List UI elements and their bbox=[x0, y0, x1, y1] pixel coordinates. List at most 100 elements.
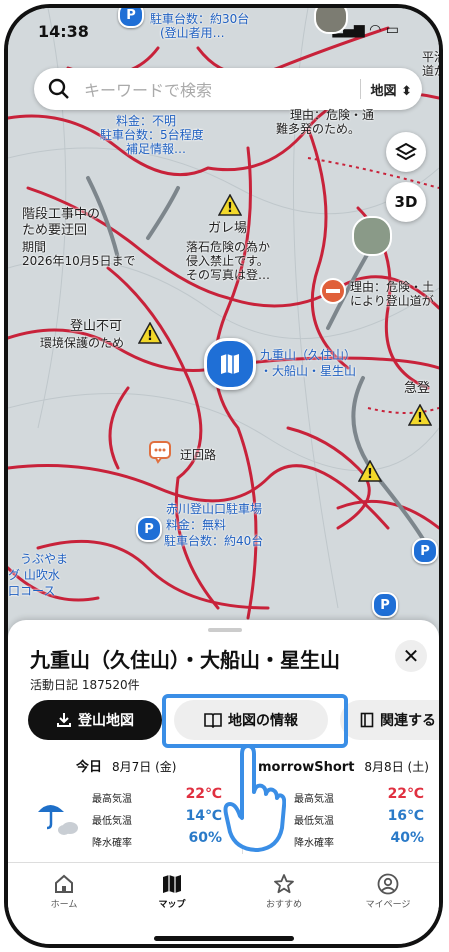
3d-button[interactable]: 3D bbox=[386, 182, 426, 222]
download-map-button[interactable]: 登山地図 bbox=[28, 700, 162, 740]
map-label: 階段工事中の bbox=[22, 207, 101, 222]
parking-marker[interactable]: P bbox=[136, 516, 162, 542]
related-label: 関連する bbox=[380, 713, 436, 729]
tap-hand-icon bbox=[223, 744, 286, 852]
mountain-map-marker[interactable] bbox=[204, 338, 256, 390]
updown-icon: ⬍ bbox=[401, 83, 412, 99]
map-label: 駐車台数：5台程度 bbox=[100, 128, 204, 142]
tomorrow-max-temp: 22℃ bbox=[387, 786, 424, 802]
today-rain-chance: 60% bbox=[188, 830, 222, 846]
activity-count: 活動日記 187520件 bbox=[30, 678, 140, 692]
mountain-label[interactable]: 九重山（久住山） bbox=[260, 348, 356, 362]
related-button[interactable]: 関連する bbox=[340, 700, 439, 740]
tomorrow-min-temp: 16℃ bbox=[387, 808, 424, 824]
svg-text:!: ! bbox=[147, 329, 153, 344]
tab-home-label: ホーム bbox=[50, 900, 78, 910]
parking-marker[interactable]: P bbox=[118, 8, 144, 28]
map-label: 2026年10月5日まで bbox=[22, 254, 136, 268]
sheet-handle[interactable] bbox=[208, 628, 242, 632]
no-entry-icon[interactable] bbox=[320, 278, 346, 304]
today-date: 8月7日 (金) bbox=[112, 760, 177, 774]
map-label: グ 山吹水 bbox=[8, 568, 60, 582]
mountain-title: 九重山（久住山）・大船山・星生山 bbox=[30, 648, 340, 672]
map-type-label: 地図 bbox=[370, 83, 397, 99]
map-icon bbox=[221, 354, 239, 374]
parking-marker[interactable]: P bbox=[372, 592, 398, 618]
map-label: その写真は登… bbox=[186, 268, 271, 282]
tab-map-label: マップ bbox=[158, 900, 186, 910]
today-label: 今日 bbox=[76, 760, 103, 775]
map-label: 道が bbox=[422, 64, 439, 78]
tomorrow-max-label: 最高気温 bbox=[294, 794, 334, 805]
comment-icon[interactable] bbox=[148, 440, 172, 464]
map-label: 平治 bbox=[422, 50, 439, 64]
rain-umbrella-icon bbox=[38, 805, 78, 835]
map-label: 落石危険の為か bbox=[186, 240, 271, 254]
map-label: ため要迂回 bbox=[22, 223, 88, 238]
tab-map[interactable]: マップ bbox=[132, 871, 212, 910]
bottom-tab-bar: ホーム マップ おすすめ マイページ bbox=[8, 862, 439, 923]
layers-icon bbox=[395, 142, 417, 161]
tab-recommended-label: おすすめ bbox=[265, 900, 302, 910]
map-type-selector[interactable]: 地図 ⬍ bbox=[371, 80, 412, 99]
today-min-label: 最低気温 bbox=[92, 816, 132, 827]
warning-icon[interactable]: ! bbox=[218, 194, 242, 216]
map-label: 駐車台数：約40台 bbox=[164, 534, 264, 548]
photo-thumbnail[interactable] bbox=[314, 8, 348, 34]
map-label: により登山道が bbox=[350, 294, 434, 308]
svg-text:!: ! bbox=[227, 201, 233, 216]
warning-icon[interactable]: ! bbox=[408, 404, 432, 426]
map-label: (登山者用… bbox=[160, 26, 225, 40]
tomorrow-min-label: 最低気温 bbox=[294, 816, 334, 827]
today-min-temp: 14℃ bbox=[185, 808, 222, 824]
search-divider bbox=[359, 79, 361, 99]
download-icon bbox=[57, 713, 71, 727]
tomorrow-date: 8月8日 (土) bbox=[364, 760, 429, 774]
map-label: うぶやま bbox=[20, 552, 69, 566]
weather-today-header: 今日 8月7日 (金) bbox=[76, 756, 176, 775]
tab-recommended[interactable]: おすすめ bbox=[244, 871, 324, 910]
svg-text:!: ! bbox=[367, 467, 373, 482]
tomorrow-rain-chance: 40% bbox=[390, 830, 424, 846]
today-max-label: 最高気温 bbox=[92, 794, 132, 805]
map-label: 環境保護のため bbox=[40, 336, 125, 350]
warning-icon[interactable]: ! bbox=[138, 322, 162, 344]
download-map-label: 登山地図 bbox=[78, 713, 134, 729]
parking-marker[interactable]: P bbox=[412, 538, 438, 564]
map-label: 赤川登山口駐車場 bbox=[166, 502, 263, 516]
layers-button[interactable] bbox=[386, 132, 426, 172]
map-label: 難多発のため。 bbox=[276, 122, 361, 136]
bookmark-icon bbox=[360, 712, 374, 728]
search-placeholder[interactable]: キーワードで検索 bbox=[84, 77, 360, 101]
phone-frame: 14:38 ▂▄▆ ◠ ▭ キーワードで検索 地図 ⬍ 3D 駐車台数：約30台… bbox=[4, 4, 443, 948]
tomorrow-rain-label: 降水確率 bbox=[294, 838, 334, 849]
tab-mypage-label: マイページ bbox=[365, 900, 411, 910]
map-label: 口コース bbox=[8, 584, 56, 598]
tab-mypage[interactable]: マイページ bbox=[348, 871, 428, 910]
search-icon bbox=[48, 78, 69, 99]
warning-icon[interactable]: ! bbox=[358, 460, 382, 482]
today-max-temp: 22℃ bbox=[185, 786, 222, 802]
map-label: 補足情報… bbox=[126, 142, 187, 156]
home-icon bbox=[55, 874, 73, 893]
close-icon: ✕ bbox=[402, 644, 420, 668]
map-label: 急登 bbox=[404, 381, 431, 396]
map-label: 理由：危険・通 bbox=[290, 108, 375, 122]
mountain-label[interactable]: ・大船山・星生山 bbox=[260, 364, 356, 378]
map-label: 駐車台数：約30台 bbox=[150, 12, 250, 26]
map-label: 迂回路 bbox=[180, 448, 217, 462]
map-label: 理由：危険・土 bbox=[350, 280, 435, 294]
today-rain-label: 降水確率 bbox=[92, 838, 132, 849]
star-icon bbox=[274, 874, 294, 894]
tab-home[interactable]: ホーム bbox=[24, 871, 104, 910]
search-bar[interactable]: キーワードで検索 地図 ⬍ bbox=[34, 68, 422, 110]
map-label: 料金：無料 bbox=[166, 518, 227, 532]
svg-text:!: ! bbox=[417, 411, 423, 426]
photo-thumbnail[interactable] bbox=[352, 216, 392, 256]
tap-highlight-box bbox=[162, 694, 348, 748]
map-label: 期間 bbox=[22, 240, 47, 254]
map-label: 料金：不明 bbox=[116, 114, 177, 128]
status-time: 14:38 bbox=[38, 22, 89, 41]
map-label: 侵入禁止です。 bbox=[186, 254, 269, 268]
close-button[interactable]: ✕ bbox=[395, 640, 427, 672]
